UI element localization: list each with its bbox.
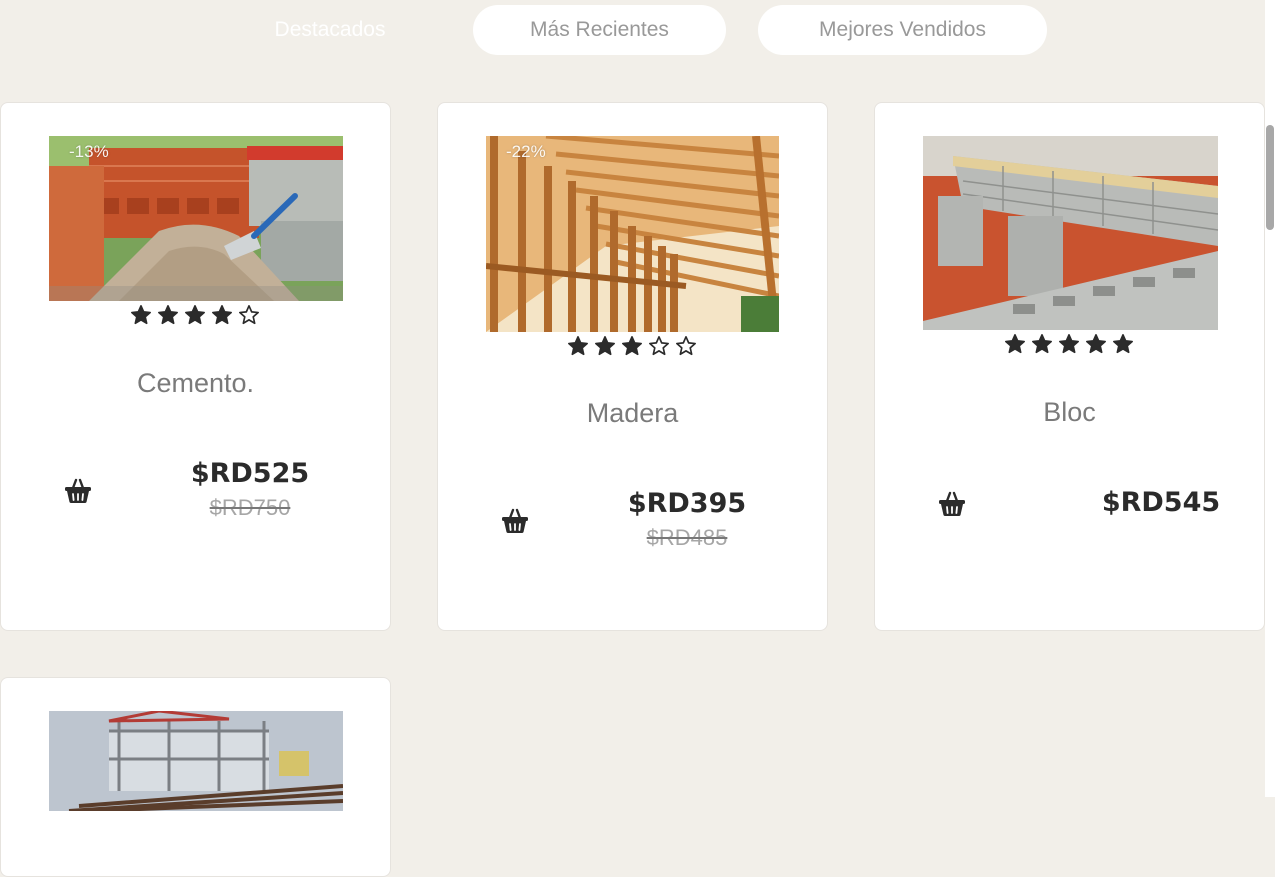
building-rebar-photo[interactable]: [49, 711, 343, 811]
star-outline-icon: [649, 336, 669, 356]
star-filled-icon: [212, 305, 232, 325]
tab-mejores-vendidos[interactable]: Mejores Vendidos: [758, 5, 1047, 55]
star-filled-icon: [185, 305, 205, 325]
old-price: $RD750: [209, 495, 291, 520]
product-price: $RD525: [190, 458, 310, 489]
product-name[interactable]: Madera: [438, 398, 827, 429]
product-name[interactable]: Cemento.: [1, 368, 390, 399]
discount-badge: -13%: [69, 142, 109, 161]
product-card-bloc[interactable]: Bloc $RD545: [874, 102, 1265, 631]
star-filled-icon: [595, 336, 615, 356]
old-price: $RD485: [646, 525, 728, 550]
star-filled-icon: [158, 305, 178, 325]
rating-stars: [567, 335, 697, 357]
star-filled-icon: [1032, 334, 1052, 354]
shopping-basket-icon[interactable]: [64, 478, 92, 508]
star-filled-icon: [622, 336, 642, 356]
star-outline-icon: [239, 305, 259, 325]
star-filled-icon: [568, 336, 588, 356]
star-filled-icon: [1059, 334, 1079, 354]
product-card-cemento[interactable]: -13% Cemento. $RD525 $RD750: [0, 102, 391, 631]
shopping-basket-icon[interactable]: [938, 491, 966, 521]
tab-mas-recientes[interactable]: Más Recientes: [473, 5, 726, 55]
star-filled-icon: [1005, 334, 1025, 354]
shopping-basket-icon[interactable]: [501, 508, 529, 538]
product-price: $RD545: [1101, 487, 1221, 518]
rating-stars: [1004, 333, 1134, 355]
scrollbar-thumb[interactable]: [1266, 125, 1274, 230]
discount-badge: -22%: [506, 142, 546, 161]
scrollbar-track[interactable]: [1265, 0, 1275, 797]
rating-stars: [130, 304, 260, 326]
product-name[interactable]: Bloc: [875, 397, 1264, 428]
tab-destacados[interactable]: Destacados: [215, 5, 445, 55]
star-filled-icon: [131, 305, 151, 325]
star-outline-icon: [676, 336, 696, 356]
star-filled-icon: [1086, 334, 1106, 354]
product-card-madera[interactable]: -22% Madera $RD395 $RD485: [437, 102, 828, 631]
concrete-block-photo[interactable]: [923, 136, 1218, 330]
product-card-4[interactable]: [0, 677, 391, 877]
cement-bricks-photo[interactable]: -13%: [49, 136, 343, 301]
product-price: $RD395: [627, 488, 747, 519]
star-filled-icon: [1113, 334, 1133, 354]
wood-frame-photo[interactable]: -22%: [486, 136, 779, 332]
